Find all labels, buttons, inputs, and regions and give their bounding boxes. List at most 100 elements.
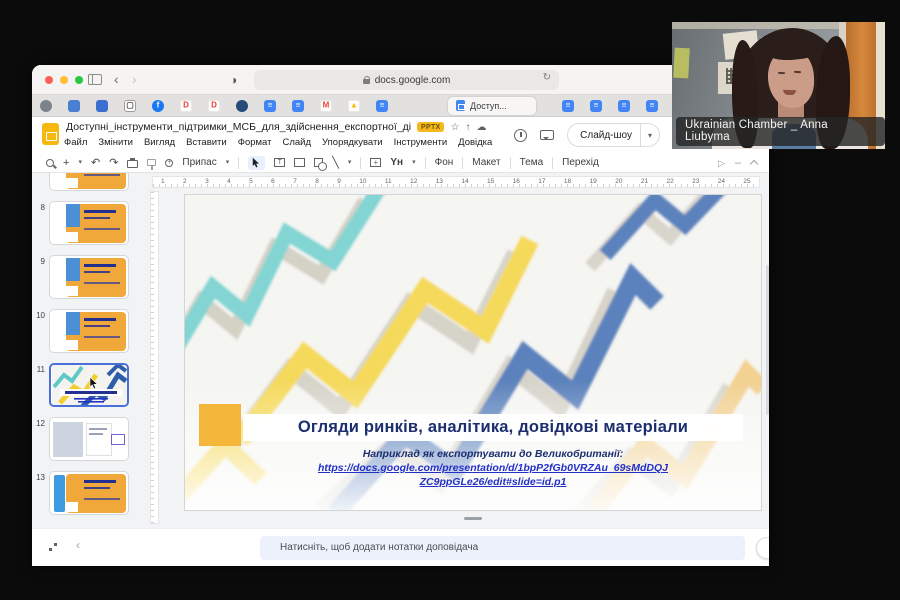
slide-thumbnail-11[interactable] — [49, 363, 129, 407]
drive-tab[interactable]: ▲ — [348, 100, 360, 112]
slide-accent-square[interactable] — [199, 404, 241, 446]
slide-thumbnail-9[interactable] — [49, 255, 129, 299]
slides-tab[interactable]: ≡ — [376, 100, 388, 112]
menu-item[interactable]: Файл — [64, 137, 87, 148]
page-tab[interactable]: ▢ — [124, 100, 136, 112]
slides-tab[interactable]: ≡ — [590, 100, 602, 112]
menu-item[interactable]: Інструменти — [394, 137, 448, 148]
layout-button[interactable]: Макет — [472, 154, 500, 172]
new-slide-button[interactable]: + — [63, 154, 69, 172]
slide-number: 8 — [34, 201, 49, 245]
menu-item[interactable]: Формат — [238, 137, 272, 148]
menu-item[interactable]: Слайд — [282, 137, 311, 148]
forward-button[interactable]: › — [132, 70, 137, 88]
slide-thumbnail[interactable] — [49, 173, 129, 191]
slide-link-line1[interactable]: https://docs.google.com/presentation/d/1… — [243, 462, 743, 476]
insert-image-icon[interactable] — [294, 158, 305, 167]
history-icon[interactable] — [514, 129, 527, 142]
slideshow-button[interactable]: Слайд-шоу ▾ — [567, 123, 660, 147]
paint-format-icon[interactable] — [147, 159, 156, 166]
menu-item[interactable]: Вигляд — [144, 137, 175, 148]
insert-shape-icon[interactable] — [314, 158, 323, 167]
ruler-tick: 16 — [513, 177, 520, 187]
search-menus-icon[interactable] — [46, 159, 54, 167]
slide-text-box[interactable]: Наприклад як експортувати до Великобрита… — [243, 448, 743, 489]
slides-tab[interactable]: ≡ — [646, 100, 658, 112]
menu-item[interactable]: Упорядкувати — [322, 137, 383, 148]
grid-view-icon[interactable] — [48, 542, 58, 552]
comments-icon[interactable] — [540, 130, 554, 140]
letter-d-tab[interactable]: D — [180, 100, 192, 112]
speaker-notes-input[interactable]: Натисніть, щоб додати нотатки доповідача — [260, 536, 745, 560]
fit-zoom-dropdown[interactable]: Припас — [182, 154, 216, 172]
sidebar-icon[interactable] — [88, 74, 102, 85]
compass-tab[interactable] — [40, 100, 52, 112]
webcam-video-tile[interactable]: Ukrainian Chamber _ Anna Liubyma — [672, 22, 885, 149]
zoom-icon[interactable]: + — [165, 159, 173, 167]
slide-thumbnail-12[interactable] — [49, 417, 129, 461]
undo-icon[interactable]: ↶ — [91, 154, 100, 172]
blue-app-tab[interactable] — [68, 100, 80, 112]
slides-app-icon[interactable] — [42, 123, 59, 145]
close-window-button[interactable] — [45, 76, 53, 84]
ruler-tick: 13 — [436, 177, 443, 187]
filmstrip-scrollbar[interactable] — [766, 265, 769, 415]
select-tool-button[interactable] — [248, 156, 265, 170]
slide-number: 12 — [34, 417, 49, 461]
minimize-window-button[interactable] — [60, 76, 68, 84]
address-bar[interactable]: docs.google.com ↻ — [254, 70, 559, 90]
text-style-arrow-icon[interactable]: ▾ — [412, 154, 416, 172]
slide-title-box[interactable]: Огляди ринків, аналітика, довідкові мате… — [243, 414, 743, 441]
menu-item[interactable]: Довідка — [458, 137, 492, 148]
slide-thumbnail-10[interactable] — [49, 309, 129, 353]
slides-tab[interactable]: ≡ — [292, 100, 304, 112]
slide-canvas[interactable]: Огляди ринків, аналітика, довідкові мате… — [185, 195, 761, 510]
letter-d-tab[interactable]: D — [208, 100, 220, 112]
slide-number: 9 — [34, 255, 49, 299]
slide-thumbnail-8[interactable] — [49, 201, 129, 245]
fit-zoom-arrow-icon[interactable]: ▾ — [226, 154, 230, 172]
vertical-ruler — [150, 191, 159, 524]
menu-item[interactable]: Вставити — [186, 137, 227, 148]
slide-thumbnail-13[interactable] — [49, 471, 129, 515]
document-title[interactable]: Доступні_інструменти_підтримки_МСБ_для_з… — [66, 121, 411, 133]
navy-app-tab[interactable] — [236, 100, 248, 112]
background-button[interactable]: Фон — [435, 154, 454, 172]
slide-subtitle-text: Наприклад як експортувати до Великобрита… — [243, 448, 743, 460]
active-tab[interactable]: Доступ... — [448, 97, 536, 115]
ruler-tick: 5 — [249, 177, 253, 187]
insert-line-icon[interactable]: ╲ — [332, 154, 339, 172]
slides-tab[interactable]: ≡ — [618, 100, 630, 112]
new-slide-dropdown-icon[interactable]: ▾ — [78, 154, 82, 172]
slideshow-dropdown-icon[interactable]: ▾ — [641, 131, 659, 140]
cloud-status-icon[interactable]: ☁ — [476, 122, 486, 133]
collapse-toolbar-icon[interactable] — [750, 160, 758, 168]
zoom-window-button[interactable] — [75, 76, 83, 84]
sticky-note — [673, 48, 690, 79]
laser-pointer-icon[interactable]: ▷ — [718, 154, 725, 172]
transition-button[interactable]: Перехід — [562, 154, 599, 172]
back-button[interactable]: ‹ — [114, 70, 119, 88]
gmail-tab[interactable]: M — [320, 100, 332, 112]
blue-app-tab[interactable] — [96, 100, 108, 112]
collapse-filmstrip-icon[interactable]: ‹ — [76, 538, 80, 552]
theme-button[interactable]: Тема — [520, 154, 544, 172]
explore-button[interactable] — [756, 537, 769, 559]
star-icon[interactable]: ☆ — [450, 122, 459, 133]
redo-icon[interactable]: ↷ — [109, 154, 118, 172]
text-style-button[interactable]: Yн — [390, 154, 403, 172]
reload-icon[interactable]: ↻ — [543, 72, 551, 83]
text-box-icon[interactable]: T — [274, 158, 285, 167]
slides-tab[interactable]: ≡ — [562, 100, 574, 112]
menu-item[interactable]: Змінити — [98, 137, 133, 148]
slide-link-line2[interactable]: ZC9ppGLe26/edit#slide=id.p1 — [243, 476, 743, 490]
insert-frame-icon[interactable]: + — [370, 158, 381, 167]
zoom-out-icon[interactable]: – — [735, 154, 741, 172]
slides-tab[interactable]: ≡ — [264, 100, 276, 112]
privacy-shield-icon[interactable]: ◑ — [230, 73, 237, 87]
print-icon[interactable] — [127, 160, 138, 168]
line-dropdown-icon[interactable]: ▾ — [348, 154, 352, 172]
notes-resize-handle[interactable] — [464, 517, 482, 520]
move-icon[interactable]: ↑ — [465, 122, 470, 133]
facebook-tab[interactable]: f — [152, 100, 164, 112]
